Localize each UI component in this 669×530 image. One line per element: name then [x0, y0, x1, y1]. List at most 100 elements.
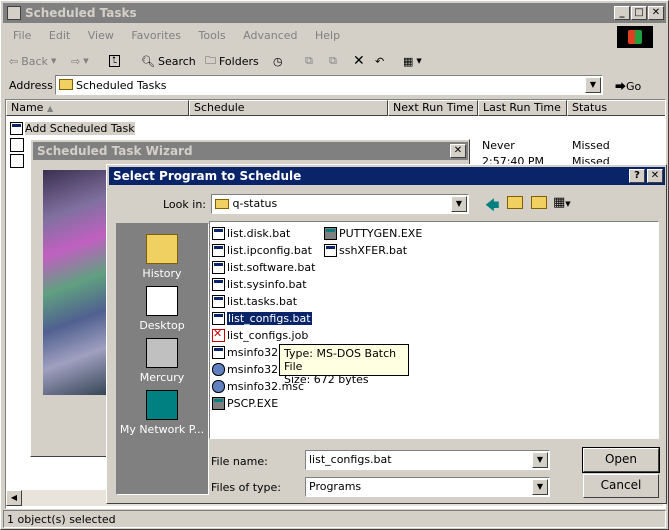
view-menu-button[interactable]: ▦▼: [553, 195, 571, 210]
move-to-button[interactable]: ⧉: [305, 50, 313, 72]
file-name-dropdown-button[interactable]: ▼: [532, 452, 548, 468]
column-header-next-run[interactable]: Next Run Time: [388, 100, 478, 116]
back-button[interactable]: ⇦ Back ▼: [9, 50, 56, 72]
sort-arrow-icon: ▲: [46, 104, 54, 113]
back-arrow-icon: ⇦: [9, 54, 19, 68]
chevron-down-icon: ▼: [50, 57, 57, 65]
file-item[interactable]: msinfo32.: [212, 344, 282, 360]
undo-button[interactable]: ↶: [375, 50, 384, 72]
up-one-level-button[interactable]: [507, 196, 523, 209]
look-in-select[interactable]: q-status ▼: [211, 194, 469, 214]
file-item[interactable]: msinfo32.: [212, 361, 282, 377]
list-item[interactable]: Add Scheduled Task: [10, 120, 135, 136]
file-item[interactable]: PUTTYGEN.EXE: [324, 225, 422, 241]
window-icon: [7, 6, 21, 20]
file-list[interactable]: list.disk.bat list.ipconfig.bat list.sof…: [209, 221, 659, 439]
batch-file-icon: [212, 243, 225, 257]
executable-icon: [324, 226, 337, 240]
copy-to-button[interactable]: ⧉: [329, 50, 337, 72]
views-icon: ▦: [403, 54, 414, 68]
address-input[interactable]: Scheduled Tasks ▼: [55, 75, 603, 95]
files-of-type-select[interactable]: Programs ▼: [305, 477, 550, 497]
file-item[interactable]: PSCP.EXE: [212, 395, 278, 411]
file-item[interactable]: list.software.bat: [212, 259, 315, 275]
dialog-titlebar[interactable]: Select Program to Schedule ? ✕: [109, 167, 665, 185]
select-program-dialog: Select Program to Schedule ? ✕ Look in: …: [106, 164, 667, 504]
dialog-close-button[interactable]: ✕: [647, 169, 663, 183]
network-icon: [146, 390, 178, 420]
batch-file-icon: [212, 311, 225, 325]
column-header-schedule[interactable]: Schedule: [189, 100, 388, 116]
search-button[interactable]: 🔍︎ Search: [141, 50, 196, 72]
file-item[interactable]: list.disk.bat: [212, 225, 290, 241]
windows-logo: [617, 26, 653, 48]
history-button[interactable]: ◷: [273, 50, 283, 72]
column-header-name[interactable]: Name ▲: [6, 100, 189, 116]
places-bar: History Desktop Mercury My Network P...: [116, 223, 209, 495]
up-folder-button[interactable]: ⮤: [109, 50, 121, 72]
look-in-label: Look in:: [163, 198, 206, 211]
desktop-icon: [146, 286, 178, 316]
minimize-button[interactable]: _: [614, 6, 630, 20]
address-label: Address: [9, 79, 53, 92]
menu-advanced[interactable]: Advanced: [243, 29, 297, 42]
go-button[interactable]: ⮕Go: [615, 78, 641, 94]
menu-tools[interactable]: Tools: [199, 29, 226, 42]
wizard-titlebar[interactable]: Scheduled Task Wizard ✕: [33, 142, 468, 160]
menu-edit[interactable]: Edit: [49, 29, 70, 42]
forward-button[interactable]: ⇨ ▼: [71, 50, 89, 72]
toolbar: ⇦ Back ▼ ⇨ ▼ ⮤ 🔍︎ Search 🗀 Folders ◷ ⧉ ⧉ ✕ ↶ …: [5, 50, 665, 72]
scroll-left-button[interactable]: ◀: [6, 490, 22, 506]
file-item-selected[interactable]: list_configs.bat: [212, 310, 313, 326]
list-item[interactable]: [10, 138, 24, 152]
wizard-close-button[interactable]: ✕: [450, 144, 466, 158]
back-folder-button[interactable]: 🡄: [485, 195, 499, 219]
close-button[interactable]: ✕: [648, 6, 664, 20]
views-button[interactable]: ▦ ▼: [403, 50, 422, 72]
chevron-down-icon: ▼: [565, 200, 571, 208]
place-desktop[interactable]: Desktop: [117, 286, 207, 332]
place-history[interactable]: History: [117, 234, 207, 280]
task-last-run: Never: [482, 139, 515, 152]
scheduled-job-icon: [212, 327, 225, 342]
file-item[interactable]: sshXFER.bat: [324, 242, 407, 258]
copy-to-icon: ⧉: [329, 54, 337, 67]
menu-file[interactable]: File: [13, 29, 31, 42]
look-in-dropdown-button[interactable]: ▼: [451, 196, 467, 212]
explorer-titlebar[interactable]: Scheduled Tasks _ □ ✕: [3, 3, 666, 23]
menu-help[interactable]: Help: [315, 29, 340, 42]
list-item[interactable]: [10, 154, 24, 168]
menu-view[interactable]: View: [88, 29, 114, 42]
column-header-last-run[interactable]: Last Run Time: [478, 100, 567, 116]
chevron-down-icon: ▼: [83, 57, 89, 65]
menu-bar: File Edit View Favorites Tools Advanced …: [13, 29, 613, 45]
file-item[interactable]: list_configs.job: [212, 327, 308, 343]
move-to-icon: ⧉: [305, 54, 313, 67]
files-of-type-dropdown-button[interactable]: ▼: [532, 479, 548, 495]
file-item[interactable]: list.sysinfo.bat: [212, 276, 307, 292]
status-bar: 1 object(s) selected: [3, 510, 666, 528]
help-button[interactable]: ?: [629, 169, 645, 183]
place-network[interactable]: My Network P...: [117, 390, 207, 436]
batch-file-icon: [324, 243, 337, 257]
file-name-input[interactable]: list_configs.bat ▼: [305, 450, 550, 470]
column-header-status[interactable]: Status: [567, 100, 665, 116]
file-item[interactable]: list.ipconfig.bat: [212, 242, 312, 258]
maximize-button[interactable]: □: [631, 6, 647, 20]
files-of-type-label: Files of type:: [211, 481, 282, 494]
new-folder-button[interactable]: [531, 196, 547, 209]
delete-button[interactable]: ✕: [353, 50, 365, 72]
task-status: Missed: [572, 139, 610, 152]
window-title: Scheduled Tasks: [25, 6, 137, 20]
batch-file-icon: [212, 260, 225, 274]
address-dropdown-button[interactable]: ▼: [585, 77, 601, 93]
menu-favorites[interactable]: Favorites: [131, 29, 181, 42]
file-tooltip: Type: MS-DOS Batch File Size: 672 bytes: [279, 344, 409, 386]
batch-file-icon: [212, 345, 225, 359]
place-mercury[interactable]: Mercury: [117, 338, 207, 384]
open-button[interactable]: Open: [582, 447, 660, 473]
folders-button[interactable]: 🗀 Folders: [205, 50, 259, 72]
console-file-icon: [212, 379, 225, 393]
cancel-button[interactable]: Cancel: [583, 474, 659, 498]
file-item[interactable]: list.tasks.bat: [212, 293, 297, 309]
